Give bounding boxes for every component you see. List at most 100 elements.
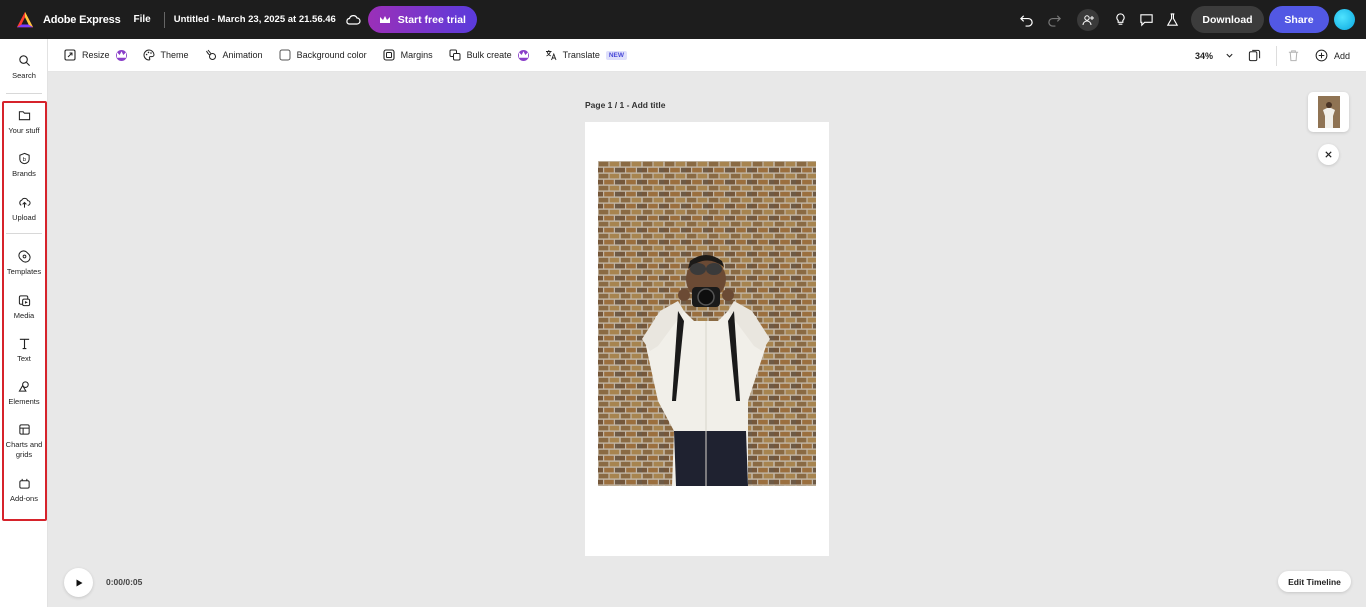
redo-button[interactable] (1043, 9, 1065, 31)
brand-icon: b (18, 152, 30, 165)
sidebar-item-label: Your stuff (8, 126, 40, 135)
add-page-button[interactable]: Add (1315, 49, 1350, 62)
sidebar-item-label: Upload (12, 213, 36, 222)
app-name: Adobe Express (43, 13, 121, 26)
undo-button[interactable] (1015, 9, 1037, 31)
brick-wall-photo (598, 161, 816, 486)
folder-icon (18, 111, 30, 121)
margins-label: Margins (400, 50, 433, 60)
translate-icon (545, 50, 557, 61)
editor-toolbar: Resize Theme Animation Background color … (48, 39, 1366, 72)
play-button[interactable] (64, 568, 93, 597)
theme-tool[interactable]: Theme (143, 49, 189, 61)
media-icon (18, 295, 30, 307)
search-icon (18, 55, 30, 67)
design-page[interactable] (585, 122, 829, 556)
play-icon (76, 579, 82, 586)
adobe-express-logo[interactable] (16, 11, 34, 29)
sidebar-item-label: Search (12, 71, 36, 80)
document-title[interactable]: Untitled - March 23, 2025 at 21.56.46 (174, 14, 336, 25)
zoom-level[interactable]: 34% (1195, 51, 1213, 61)
text-icon (19, 338, 29, 350)
download-button[interactable]: Download (1191, 6, 1264, 33)
photo-image[interactable] (598, 161, 816, 486)
templates-icon (17, 250, 31, 263)
edit-timeline-button[interactable]: Edit Timeline (1278, 571, 1351, 592)
sidebar-divider (6, 233, 42, 234)
close-panel-button[interactable] (1318, 144, 1339, 165)
elements-icon (18, 381, 29, 392)
lightbulb-icon (1115, 13, 1125, 25)
sidebar-item-brands[interactable]: b Brands (0, 152, 48, 179)
top-bar: Adobe Express File Untitled - March 23, … (0, 0, 1366, 39)
crown-icon (379, 15, 390, 23)
file-menu[interactable]: File (133, 14, 150, 25)
redo-icon (1047, 15, 1061, 27)
animation-tool[interactable]: Animation (205, 49, 263, 61)
sidebar-item-upload[interactable]: Upload (0, 196, 48, 223)
sidebar-item-label: Text (17, 354, 31, 363)
invite-collaborator-button[interactable] (1077, 8, 1099, 31)
palette-icon (143, 49, 155, 61)
margins-tool[interactable]: Margins (383, 49, 433, 61)
animation-label: Animation (222, 50, 263, 60)
header-divider (163, 11, 165, 28)
sidebar-divider (6, 93, 42, 94)
cloud-icon[interactable] (345, 12, 361, 28)
start-free-trial-button[interactable]: Start free trial (367, 6, 477, 33)
sidebar-item-label: Media (13, 311, 35, 320)
background-color-label: Background color (296, 50, 367, 60)
sidebar-item-text[interactable]: Text (0, 337, 48, 364)
sidebar-item-media[interactable]: Media (0, 294, 48, 321)
add-label: Add (1333, 50, 1350, 61)
add-person-icon (1082, 14, 1094, 25)
page-title[interactable]: Page 1 / 1 - Add title (585, 100, 665, 110)
upload-icon (18, 197, 31, 208)
sidebar-item-search[interactable]: Search (0, 54, 48, 81)
bulk-create-label: Bulk create (466, 50, 512, 60)
flask-icon (1166, 13, 1178, 26)
sidebar-item-label: Elements (8, 397, 40, 406)
plus-circle-icon (1315, 49, 1328, 62)
translate-label: Translate (562, 50, 600, 60)
bulk-create-icon (449, 49, 461, 61)
resize-label: Resize (82, 50, 110, 60)
sidebar-item-label: Charts and grids (5, 440, 43, 459)
background-color-tool[interactable]: Background color (279, 49, 367, 61)
toolbar-divider (1275, 45, 1277, 66)
premium-crown-icon (115, 49, 127, 61)
comment-icon (1139, 14, 1153, 27)
share-button[interactable]: Share (1269, 6, 1329, 33)
comments-button[interactable] (1135, 9, 1157, 31)
start-free-trial-label: Start free trial (397, 13, 466, 26)
close-icon (1325, 151, 1332, 158)
toolbar-right: 34% Add (1195, 39, 1366, 72)
sidebar-item-templates[interactable]: Templates (0, 250, 48, 277)
color-swatch-icon (279, 49, 291, 61)
sidebar-item-label: Add-ons (10, 494, 38, 503)
animation-icon (205, 49, 216, 60)
sidebar-item-charts-and-grids[interactable]: Charts and grids (0, 423, 48, 460)
svg-text:b: b (22, 157, 26, 163)
top-right-actions: Download Share (1015, 0, 1366, 39)
resize-icon (64, 49, 76, 61)
page-list-icon[interactable] (1248, 49, 1261, 62)
sidebar-item-label: Templates (6, 267, 42, 276)
user-avatar[interactable] (1334, 9, 1355, 30)
playback-time: 0:00/0:05 (106, 577, 143, 587)
labs-button[interactable] (1161, 9, 1183, 31)
left-sidebar: Search Your stuff b Brands Upload Templa… (0, 39, 48, 607)
bulk-create-tool[interactable]: Bulk create (449, 49, 529, 61)
page-thumbnail[interactable] (1308, 92, 1349, 132)
sidebar-item-add-ons[interactable]: Add-ons (0, 477, 48, 504)
thumbnail-image (1317, 96, 1340, 128)
chevron-down-icon[interactable] (1225, 51, 1234, 60)
sidebar-item-your-stuff[interactable]: Your stuff (0, 109, 48, 136)
trash-icon[interactable] (1287, 49, 1300, 62)
new-badge: NEW (605, 50, 628, 60)
translate-tool[interactable]: Translate NEW (545, 49, 628, 61)
sidebar-item-elements[interactable]: Elements (0, 380, 48, 407)
premium-crown-icon (517, 49, 529, 61)
resize-tool[interactable]: Resize (64, 49, 127, 61)
inspiration-button[interactable] (1109, 9, 1131, 31)
